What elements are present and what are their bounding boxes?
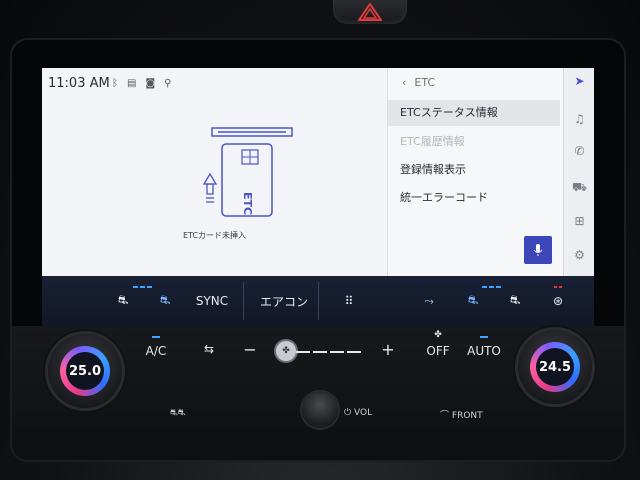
etc-menu-pane: ‹ ETC ETCステータス情報 ETC履歴情報 登録情報表示 統一エラーコード (387, 68, 564, 276)
driver-temp-value: 25.0 (66, 352, 104, 390)
status-icons: ᛒ ▤ ◙ ⚲ (112, 78, 171, 90)
fan-icon: ✤ (282, 346, 290, 356)
fan-up-button[interactable]: + (378, 340, 398, 359)
fan-speed-track (296, 351, 364, 353)
grid-dots-icon: ⠿ (344, 294, 354, 308)
defrost-icon: ⌒ (440, 411, 450, 421)
hazard-button[interactable] (333, 0, 407, 24)
seat-heat-level (133, 286, 152, 288)
music-icon[interactable]: ♫ (564, 112, 594, 126)
auto-button[interactable]: AUTO (464, 344, 504, 358)
driver-seat-heat-button[interactable]: ⛐ (112, 276, 134, 326)
card-not-inserted-message: ETCカード未挿入 (182, 231, 247, 240)
recirculation-icon: ⇆ (203, 342, 215, 356)
driver-seat-vent-button[interactable]: ⛐ (154, 276, 176, 326)
more-button[interactable]: ⠿ (334, 276, 364, 326)
sync-button[interactable]: SYNC (192, 276, 232, 326)
chevron-left-icon: ‹ (402, 76, 407, 89)
menu-item-registration-info[interactable]: 登録情報表示 (388, 157, 560, 183)
passenger-temp-value: 24.5 (536, 348, 574, 386)
auto-led (480, 336, 488, 338)
settings-icon[interactable]: ⚙ (564, 248, 594, 262)
power-icon: ⏻ (344, 408, 352, 418)
camera-icon: ◙ (145, 78, 156, 89)
steering-heat-level (554, 286, 562, 288)
menu-title: ETC (414, 76, 436, 89)
fan-speed-slider[interactable]: ✤ (276, 341, 296, 361)
fan-down-button[interactable]: − (240, 340, 260, 359)
location-icon: ⚲ (164, 78, 172, 89)
passenger-seat-heat-button[interactable]: ⛐ (504, 276, 526, 326)
menu-item-etc-status[interactable]: ETCステータス情報 (388, 100, 560, 126)
power-volume-label: ⏻ VOL (344, 408, 372, 418)
driver-temp-knob[interactable]: 25.0 (48, 334, 122, 408)
etc-status-pane: 11:03 AM ᛒ ▤ ◙ ⚲ ETC ETCカード未挿入 (42, 68, 387, 276)
etc-card-slot-illustration: ETC (202, 127, 293, 217)
back-button[interactable]: ‹ ETC (402, 76, 435, 89)
vol-label: VOL (354, 408, 373, 418)
menu-item-etc-history: ETC履歴情報 (400, 135, 465, 148)
seat-heat-icon: ⛐ (509, 293, 521, 307)
voice-button[interactable] (524, 236, 552, 264)
seat-vent-icon: ⛐ (159, 293, 171, 307)
bluetooth-icon: ᛒ (112, 78, 118, 89)
ac-button[interactable]: A/C (140, 344, 172, 358)
passenger-seat-vent-button[interactable]: ⛐ (462, 276, 484, 326)
front-defrost-button[interactable]: ⌒ FRONT (440, 408, 483, 421)
clock: 11:03 AM (48, 76, 110, 91)
seat-heat-icon: ⛐ (117, 293, 129, 307)
navigation-icon[interactable]: ➤ (564, 74, 594, 88)
apps-icon[interactable]: ⊞ (564, 214, 594, 228)
etc-card-label: ETC (241, 192, 254, 215)
seat-vent-icon: ⛐ (467, 293, 479, 307)
car-icon[interactable]: ⛟ (564, 180, 594, 196)
touchscreen: 11:03 AM ᛒ ▤ ◙ ⚲ ETC ETCカード未挿入 ‹ ETC ETC… (42, 68, 594, 276)
hazard-icon (358, 3, 382, 21)
steering-heat-button[interactable]: ⊛ (546, 276, 570, 326)
front-label: FRONT (451, 411, 483, 421)
off-button[interactable]: OFF (422, 344, 454, 358)
climate-bar: ⛐ ⛐ SYNC エアコン ⠿ ⤳ ⛐ ⛐ ⊛ (42, 276, 594, 326)
passenger-seat-vent-level (482, 286, 501, 288)
volume-knob[interactable] (302, 392, 338, 428)
aircon-button[interactable]: エアコン (254, 276, 314, 326)
seat-heat-switch[interactable]: ⛐⛐ (170, 408, 186, 419)
airflow-mode-button[interactable]: ⤳ (417, 276, 441, 326)
side-rail: ➤ ♫ ✆ ⛟ ⊞ ⚙ (563, 68, 594, 276)
menu-item-error-code[interactable]: 統一エラーコード (388, 185, 560, 211)
seat-icon: ⛐⛐ (170, 408, 186, 418)
microphone-icon (533, 244, 543, 256)
passenger-temp-knob[interactable]: 24.5 (518, 330, 592, 404)
airflow-icon: ⤳ (424, 293, 434, 308)
fan-off-icon: ✤ (434, 330, 442, 340)
message-icon: ▤ (127, 78, 137, 89)
recirculation-button[interactable]: ⇆ (196, 342, 222, 356)
steering-wheel-icon: ⊛ (552, 294, 564, 308)
phone-icon[interactable]: ✆ (564, 144, 594, 158)
ac-led (152, 336, 160, 338)
